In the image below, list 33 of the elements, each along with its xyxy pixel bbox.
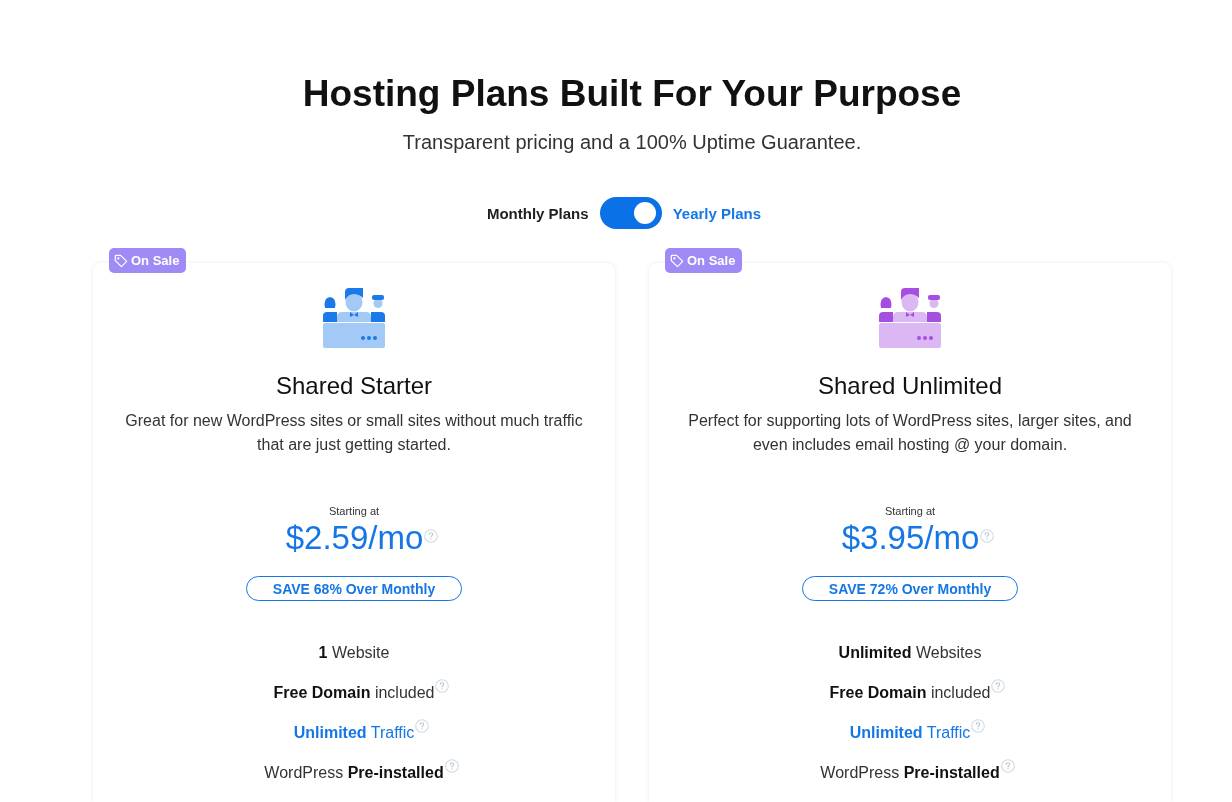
help-icon[interactable]	[980, 529, 995, 543]
help-icon[interactable]	[444, 759, 459, 773]
plan-name: Shared Starter	[275, 371, 433, 401]
help-icon[interactable]	[415, 719, 430, 733]
yearly-label: Yearly Plans	[672, 204, 762, 222]
starting-label: Starting at	[328, 504, 380, 518]
sale-label: On Sale	[131, 253, 180, 268]
billing-toggle[interactable]	[599, 197, 662, 229]
help-icon[interactable]	[971, 719, 986, 733]
price-text: $2.59/mo	[285, 520, 424, 556]
help-icon[interactable]	[991, 679, 1006, 693]
feature-text: WordPress Pre-installed	[264, 763, 444, 783]
help-icon[interactable]	[435, 679, 450, 693]
price-text: $3.95/mo	[841, 520, 980, 556]
plan-name: Shared Unlimited	[817, 371, 1003, 401]
feature-link[interactable]: Unlimited Traffic	[293, 721, 415, 745]
sale-label: On Sale	[687, 253, 736, 268]
feature-text: Free Domain included	[829, 683, 991, 703]
plan-description: Great for new WordPress sites or small sites without much traffic that are just getting started.	[124, 411, 584, 455]
tag-icon	[114, 253, 128, 268]
page-subtitle: Transparent pricing and a 100% Uptime Guarantee.	[401, 130, 863, 154]
plan-description: Perfect for supporting lots of WordPress sites, larger sites, and even includes email hosting @ your domain.	[687, 411, 1133, 455]
starting-label: Starting at	[884, 504, 936, 518]
monthly-label: Monthly Plans	[486, 204, 589, 222]
tag-icon	[670, 253, 684, 268]
feature-text: Unlimited Websites	[838, 643, 982, 663]
feature-link[interactable]: Unlimited Traffic	[849, 721, 971, 745]
feature-text: WordPress Pre-installed	[820, 763, 1000, 783]
help-icon[interactable]	[1000, 759, 1015, 773]
help-icon[interactable]	[424, 529, 439, 543]
page-title: Hosting Plans Built For Your Purpose	[301, 72, 963, 116]
feature-text: Free Domain included	[273, 683, 435, 703]
feature-text: 1 Website	[318, 643, 390, 663]
